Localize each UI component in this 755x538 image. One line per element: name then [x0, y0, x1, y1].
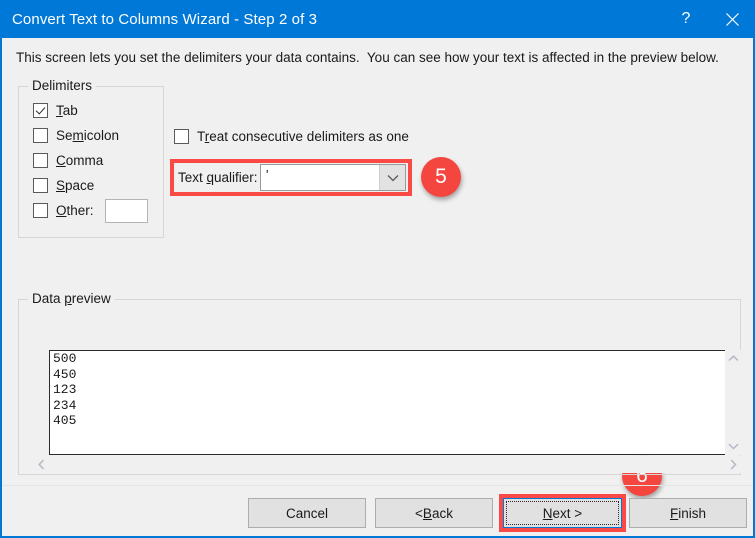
instruction-text: This screen lets you set the delimiters …	[16, 50, 719, 65]
checkbox-other-label: Other:	[56, 203, 94, 218]
window-title: Convert Text to Columns Wizard - Step 2 …	[12, 10, 318, 28]
checkbox-treat-consecutive-box	[174, 129, 189, 144]
checkbox-treat-consecutive-delimiters[interactable]: Treat consecutive delimiters as one	[174, 129, 409, 144]
checkbox-comma[interactable]: Comma	[33, 153, 103, 168]
chevron-right-icon[interactable]	[725, 456, 742, 473]
step-badge-5: 5	[421, 157, 461, 197]
data-preview-vertical-scrollbar[interactable]	[725, 350, 742, 455]
close-button[interactable]	[709, 0, 755, 38]
chevron-down-icon[interactable]	[379, 165, 405, 190]
checkbox-other[interactable]: Other:	[33, 203, 94, 218]
help-button[interactable]: ?	[663, 0, 709, 38]
checkbox-semicolon[interactable]: Semicolon	[33, 128, 119, 143]
checkbox-other-box	[33, 203, 48, 218]
chevron-left-icon[interactable]	[33, 456, 50, 473]
preview-line: 405	[53, 413, 77, 429]
checkbox-semicolon-box	[33, 128, 48, 143]
data-preview-box[interactable]: 500 450 123 234 405	[49, 350, 725, 455]
text-qualifier-label: Text qualifier:	[178, 170, 258, 185]
data-preview-legend: Data preview	[28, 291, 115, 306]
checkbox-tab-label: Tab	[56, 103, 78, 118]
next-button[interactable]: Next >	[503, 498, 622, 528]
checkbox-space-box	[33, 178, 48, 193]
back-button[interactable]: < Back	[375, 498, 493, 528]
data-preview-group: Data preview 500 450 123 234 405	[18, 291, 742, 475]
other-delimiter-input[interactable]	[105, 199, 148, 223]
chevron-down-icon[interactable]	[725, 438, 742, 455]
preview-line: 123	[53, 382, 77, 398]
checkbox-tab[interactable]: Tab	[33, 103, 78, 118]
checkbox-tab-box	[33, 103, 48, 118]
footer-separator	[2, 485, 753, 486]
help-icon: ?	[681, 10, 691, 27]
delimiters-group: Delimiters Tab Semicolon Comma Space Oth…	[18, 78, 164, 238]
cancel-button[interactable]: Cancel	[248, 498, 366, 528]
delimiters-legend: Delimiters	[28, 78, 97, 93]
chevron-left-glyph	[38, 459, 45, 470]
chevron-up-glyph	[728, 355, 739, 362]
checkbox-space-label: Space	[56, 178, 95, 193]
chevron-right-glyph	[730, 459, 737, 470]
data-preview-horizontal-scrollbar[interactable]	[33, 456, 742, 473]
checkbox-comma-box	[33, 153, 48, 168]
title-bar: Convert Text to Columns Wizard - Step 2 …	[0, 0, 755, 38]
preview-line: 234	[53, 397, 77, 413]
preview-line: 500	[53, 351, 77, 366]
checkbox-comma-label: Comma	[56, 153, 104, 168]
text-qualifier-value: '	[266, 167, 269, 182]
checkbox-space[interactable]: Space	[33, 178, 94, 193]
chevron-down-glyph	[387, 174, 398, 181]
checkbox-treat-consecutive-label: Treat consecutive delimiters as one	[197, 129, 409, 144]
checkbox-semicolon-label: Semicolon	[56, 128, 120, 143]
chevron-up-icon[interactable]	[725, 350, 742, 367]
preview-line: 450	[53, 366, 77, 382]
finish-button[interactable]: Finish	[629, 498, 747, 528]
convert-text-to-columns-dialog: Convert Text to Columns Wizard - Step 2 …	[0, 0, 755, 538]
close-icon	[725, 12, 739, 26]
chevron-down-glyph	[728, 443, 739, 450]
next-button-label: Next >	[542, 505, 583, 521]
text-qualifier-combobox[interactable]: '	[260, 164, 406, 191]
